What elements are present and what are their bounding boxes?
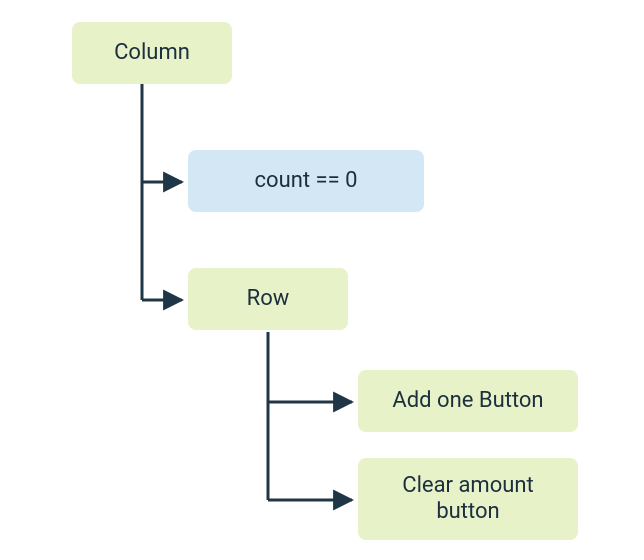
node-count-condition: count == 0 xyxy=(188,150,424,212)
node-row: Row xyxy=(188,268,348,330)
node-column: Column xyxy=(72,22,232,84)
node-count-condition-label: count == 0 xyxy=(255,168,358,194)
node-clear-amount-button-label: Clear amount button xyxy=(374,473,562,526)
node-row-label: Row xyxy=(247,286,290,312)
node-add-one-button-label: Add one Button xyxy=(392,388,543,414)
node-clear-amount-button: Clear amount button xyxy=(358,458,578,540)
diagram-canvas: Column count == 0 Row Add one Button Cle… xyxy=(0,0,644,560)
node-add-one-button: Add one Button xyxy=(358,370,578,432)
node-column-label: Column xyxy=(114,40,190,66)
